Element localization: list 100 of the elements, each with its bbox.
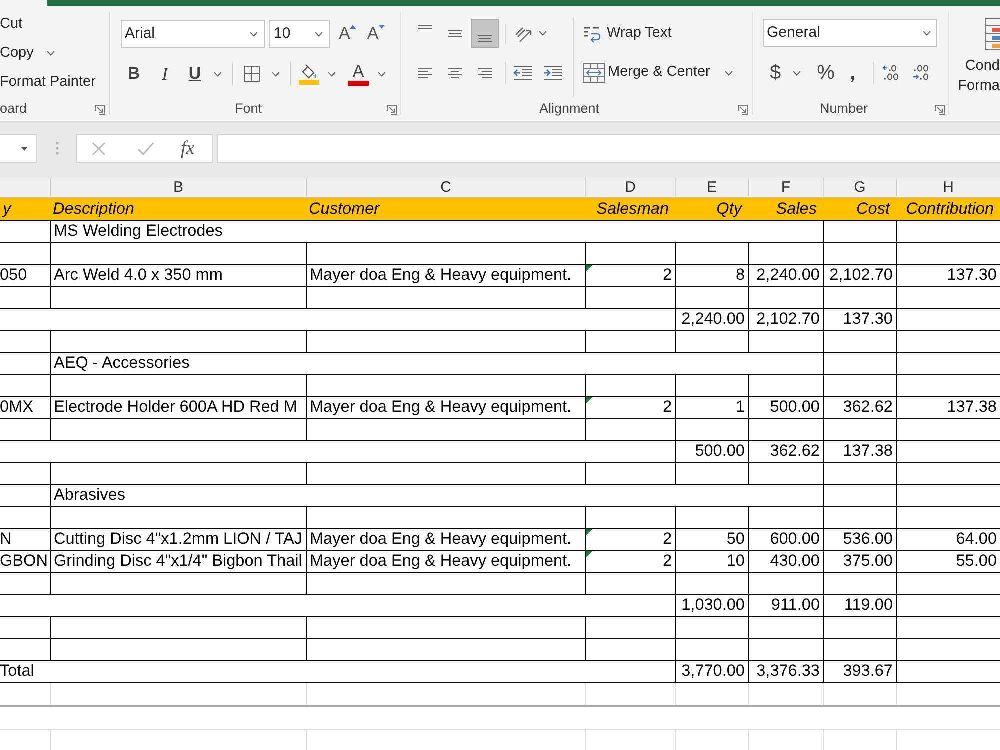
table-cell: Cutting Disc 4"x1.2mm LION / TAJ [54, 529, 303, 550]
ribbon-command[interactable]: Format Painter [0, 75, 96, 90]
group-label: oard [0, 100, 28, 118]
dialog-launcher-icon[interactable] [738, 104, 748, 114]
align-bottom-icon [477, 34, 493, 42]
caret-icon[interactable] [378, 72, 386, 76]
column-header[interactable]: C [440, 178, 452, 197]
dialog-launcher-icon[interactable] [387, 104, 397, 114]
comma-style-button[interactable]: , [850, 61, 856, 85]
ribbon-command[interactable]: Copy [0, 46, 34, 61]
table-cell: 911.00 [771, 595, 820, 616]
italic-button[interactable]: I [153, 62, 177, 86]
table-cell: 0MX [0, 397, 34, 418]
table-cell: 10 [726, 551, 745, 572]
wrap-text-button[interactable]: Wrap Text [583, 19, 734, 48]
column-title: Salesman [596, 198, 670, 220]
table-cell: 2 [662, 397, 672, 418]
caret-icon[interactable] [725, 70, 734, 76]
category-title: Abrasives [54, 485, 126, 506]
caret-icon[interactable] [214, 72, 222, 76]
table-cell: 050 [0, 265, 28, 286]
align-top-icon [417, 25, 433, 30]
wrap-text-icon [583, 24, 601, 42]
group-label: Font [234, 100, 262, 118]
column-title: Description [53, 198, 136, 220]
vertical-align-button[interactable] [471, 19, 499, 48]
table-cell: 1 [736, 397, 745, 418]
increase-indent-button[interactable] [543, 63, 563, 83]
number-format-dropdown[interactable]: General [763, 19, 937, 47]
caret-icon[interactable] [328, 72, 336, 76]
column-header[interactable]: H [943, 178, 954, 197]
decrease-indent-icon [513, 65, 533, 81]
check-icon[interactable] [137, 140, 155, 156]
caret-icon[interactable] [250, 32, 258, 36]
caret-icon[interactable] [46, 51, 55, 56]
table-cell: 119.00 [844, 595, 893, 616]
conditional-formatting-icon [985, 18, 1000, 50]
caret-icon[interactable] [315, 32, 323, 36]
increase-decimal-button[interactable] [882, 63, 900, 83]
grip-dots-icon [56, 142, 59, 155]
table-cell: 2,102.70 [830, 265, 893, 286]
fill-color-icon [298, 63, 320, 85]
font-color-button[interactable]: A [348, 62, 369, 86]
caret-icon[interactable] [923, 30, 931, 36]
caret-icon[interactable] [21, 146, 28, 150]
table-cell: Mayer doa Eng & Heavy equipment. [310, 551, 572, 572]
table-cell: 500.00 [770, 397, 820, 418]
table-cell: Mayer doa Eng & Heavy equipment. [310, 397, 572, 418]
ribbon-command[interactable]: Cut [0, 17, 23, 32]
dialog-launcher-icon[interactable] [95, 104, 105, 114]
font-name-dropdown[interactable]: Arial [121, 20, 265, 48]
caret-icon[interactable] [272, 72, 280, 76]
column-title: y [3, 198, 12, 220]
table-cell: 500.00 [695, 441, 745, 462]
caret-down-icon [378, 25, 385, 29]
column-header[interactable]: D [625, 178, 636, 197]
category-title: AEQ - Accessories [54, 353, 190, 374]
table-cell: 1,030.00 [682, 595, 745, 616]
table-cell: 430.00 [770, 551, 820, 572]
formula-input[interactable] [217, 134, 1000, 163]
caret-icon[interactable] [793, 70, 802, 76]
table-cell: Mayer doa Eng & Heavy equipment. [310, 265, 572, 286]
bold-button[interactable]: B [122, 62, 146, 86]
align-right-icon [477, 68, 493, 78]
table-cell: Electrode Holder 600A HD Red M [54, 397, 298, 418]
conditional-formatting-button[interactable]: Cond Forma [958, 18, 1000, 96]
table-cell: GBON [0, 551, 48, 572]
merge-cells-icon [583, 63, 605, 83]
decrease-decimal-button[interactable] [912, 63, 930, 83]
decrease-indent-button[interactable] [513, 63, 533, 83]
table-cell: 362.62 [770, 441, 820, 462]
table-cell: 362.62 [843, 397, 893, 418]
shrink-font-button[interactable]: A [367, 22, 385, 46]
table-cell: Grinding Disc 4"x1/4" Bigbon Thail [54, 551, 302, 572]
table-cell: 137.30 [843, 309, 893, 330]
percent-button[interactable]: % [817, 61, 835, 85]
table-cell: 50 [726, 529, 745, 550]
table-cell: 2,102.70 [756, 309, 820, 330]
column-header[interactable]: F [781, 178, 791, 197]
table-cell: 8 [736, 265, 745, 286]
table-cell: 2,240.00 [756, 265, 820, 286]
caret-icon[interactable] [539, 31, 547, 36]
currency-button[interactable]: $ [770, 61, 782, 85]
font-size-dropdown[interactable]: 10 [269, 20, 330, 48]
align-center-icon [447, 68, 463, 78]
grow-font-button[interactable]: A [339, 22, 356, 46]
table-cell: 393.67 [843, 661, 893, 682]
table-cell: 137.30 [947, 265, 997, 286]
column-header[interactable]: E [706, 178, 717, 197]
column-header[interactable]: B [173, 178, 184, 197]
column-header[interactable]: G [854, 178, 866, 197]
decrease-decimal-icon [912, 64, 930, 82]
fill-color-button[interactable] [298, 62, 320, 86]
underline-button[interactable]: U [183, 62, 207, 86]
table-cell: 2 [662, 551, 672, 572]
table-cell: 536.00 [843, 529, 893, 550]
table-cell: Mayer doa Eng & Heavy equipment. [310, 529, 572, 550]
insert-function-button[interactable]: fx [181, 139, 195, 158]
merge-center-button[interactable]: Merge & Center [583, 61, 734, 85]
dialog-launcher-icon[interactable] [935, 104, 945, 114]
